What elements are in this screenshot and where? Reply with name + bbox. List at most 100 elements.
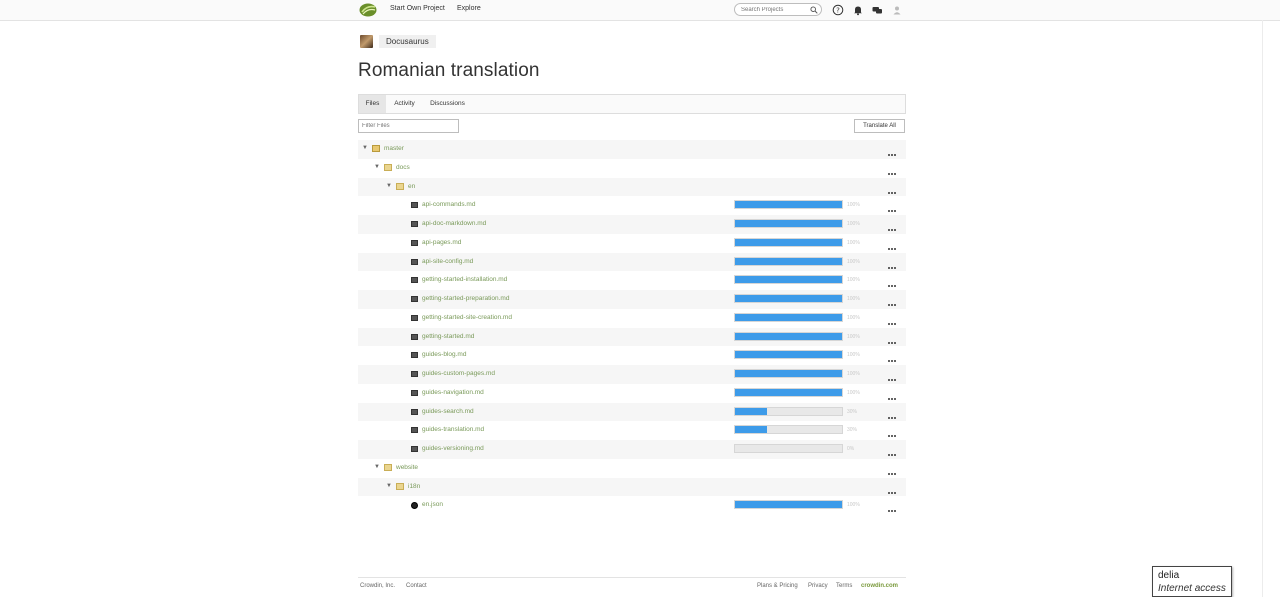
more-options-icon[interactable] (888, 481, 898, 494)
file-row[interactable]: en.json 100% (358, 496, 906, 515)
expand-caret-icon[interactable]: ▼ (374, 464, 380, 470)
file-name-link[interactable]: api-site-config.md (422, 258, 473, 265)
footer-terms-link[interactable]: Terms (836, 583, 852, 589)
start-own-project-link[interactable]: Start Own Project (390, 5, 445, 12)
progress-percent: 100% (847, 277, 860, 284)
search-projects-input[interactable] (741, 6, 807, 14)
more-options-icon[interactable] (888, 368, 898, 381)
folder-name[interactable]: website (396, 464, 418, 471)
more-options-icon[interactable] (888, 293, 898, 306)
file-row[interactable]: getting-started-installation.md 100% (358, 271, 906, 290)
more-options-icon[interactable] (888, 143, 898, 156)
file-name-link[interactable]: api-doc-markdown.md (422, 220, 486, 227)
file-row[interactable]: guides-translation.md 30% (358, 421, 906, 440)
user-icon[interactable] (891, 4, 903, 16)
file-name-link[interactable]: guides-versioning.md (422, 445, 484, 452)
file-row[interactable]: api-pages.md 100% (358, 234, 906, 253)
file-name-link[interactable]: guides-navigation.md (422, 389, 484, 396)
more-options-icon[interactable] (888, 331, 898, 344)
folder-row[interactable]: ▼ docs (358, 159, 906, 178)
footer-plans-pricing-link[interactable]: Plans & Pricing (757, 583, 798, 589)
footer-crowdin-com-link[interactable]: crowdin.com (861, 583, 898, 589)
file-name-link[interactable]: guides-blog.md (422, 351, 466, 358)
more-options-icon[interactable] (888, 349, 898, 363)
progress-fill (735, 388, 842, 396)
file-name-link[interactable]: getting-started-site-creation.md (422, 314, 512, 321)
help-icon[interactable]: ? (832, 4, 844, 16)
more-options-icon[interactable] (888, 237, 898, 250)
file-name-link[interactable]: getting-started-preparation.md (422, 295, 509, 302)
bell-icon[interactable] (852, 4, 864, 16)
search-icon[interactable] (810, 6, 818, 14)
messages-icon[interactable] (871, 4, 883, 16)
more-options-icon[interactable] (888, 462, 898, 475)
folder-row[interactable]: ▼ i18n (358, 477, 906, 497)
translate-all-button[interactable]: Translate All (854, 119, 905, 133)
file-row[interactable]: guides-versioning.md 0% (358, 440, 906, 459)
more-options-icon[interactable] (888, 199, 898, 213)
file-name-link[interactable]: guides-custom-pages.md (422, 370, 495, 377)
file-row[interactable]: getting-started-preparation.md 100% (358, 290, 906, 309)
folder-name[interactable]: en (408, 183, 415, 190)
tab-files[interactable]: Files (359, 95, 386, 113)
footer-contact-link[interactable]: Contact (406, 583, 427, 589)
expand-caret-icon[interactable]: ▼ (374, 164, 380, 170)
file-name-link[interactable]: en.json (422, 501, 443, 508)
folder-name[interactable]: master (384, 145, 404, 152)
translation-progress-bar (734, 237, 843, 247)
tab-bar: Files Activity Discussions (358, 94, 906, 114)
more-options-icon[interactable] (888, 406, 898, 419)
folder-row[interactable]: ▼ master (358, 140, 906, 159)
file-row[interactable]: guides-custom-pages.md 100% (358, 365, 906, 384)
tab-activity[interactable]: Activity (387, 95, 422, 113)
folder-name[interactable]: docs (396, 164, 410, 171)
branch-folder-icon (372, 145, 380, 152)
file-name-link[interactable]: api-pages.md (422, 239, 461, 246)
file-row[interactable]: getting-started.md 100% (358, 327, 906, 347)
folder-name[interactable]: i18n (408, 483, 420, 490)
crowdin-logo-icon[interactable] (359, 3, 377, 17)
folder-row[interactable]: ▼ en (358, 177, 906, 197)
translation-progress-bar (734, 406, 843, 416)
filter-files-field[interactable] (358, 119, 459, 133)
filter-files-input[interactable] (362, 123, 454, 129)
file-row[interactable]: guides-search.md 30% (358, 402, 906, 422)
file-row[interactable]: api-site-config.md 100% (358, 252, 906, 272)
file-name-link[interactable]: getting-started-installation.md (422, 276, 507, 283)
footer-privacy-link[interactable]: Privacy (808, 583, 828, 589)
file-row[interactable]: getting-started-site-creation.md 100% (358, 309, 906, 328)
explore-link[interactable]: Explore (457, 5, 481, 12)
expand-caret-icon[interactable]: ▼ (386, 483, 392, 489)
progress-fill (735, 295, 842, 302)
progress-percent: 30% (847, 408, 858, 415)
file-row[interactable]: api-commands.md 100% (358, 196, 906, 215)
file-name-link[interactable]: api-commands.md (422, 201, 475, 208)
file-row[interactable]: api-doc-markdown.md 100% (358, 215, 906, 234)
project-name-link[interactable]: Docusaurus (379, 35, 436, 48)
more-options-icon[interactable] (888, 256, 898, 269)
tab-discussions[interactable]: Discussions (423, 95, 472, 113)
file-name-link[interactable]: getting-started.md (422, 333, 474, 340)
file-row[interactable]: guides-blog.md 100% (358, 346, 906, 365)
expand-caret-icon[interactable]: ▼ (386, 183, 392, 189)
search-projects-box[interactable] (734, 3, 822, 16)
more-options-icon[interactable] (888, 312, 898, 325)
more-options-icon[interactable] (888, 424, 898, 438)
file-row[interactable]: guides-navigation.md 100% (358, 384, 906, 403)
more-options-icon[interactable] (888, 162, 898, 175)
expand-caret-icon[interactable]: ▼ (362, 145, 368, 151)
project-avatar[interactable] (360, 35, 373, 48)
folder-row[interactable]: ▼ website (358, 459, 906, 478)
more-options-icon[interactable] (888, 181, 898, 194)
file-name-link[interactable]: guides-translation.md (422, 426, 484, 433)
more-options-icon[interactable] (888, 443, 898, 456)
top-navigation-bar: Start Own Project Explore ? (0, 0, 1280, 21)
progress-percent: 100% (847, 352, 860, 359)
more-options-icon[interactable] (888, 274, 898, 288)
translation-progress-bar (734, 500, 843, 510)
more-options-icon[interactable] (888, 387, 898, 400)
progress-fill (735, 407, 768, 415)
more-options-icon[interactable] (888, 499, 898, 513)
file-name-link[interactable]: guides-search.md (422, 408, 474, 415)
more-options-icon[interactable] (888, 218, 898, 231)
